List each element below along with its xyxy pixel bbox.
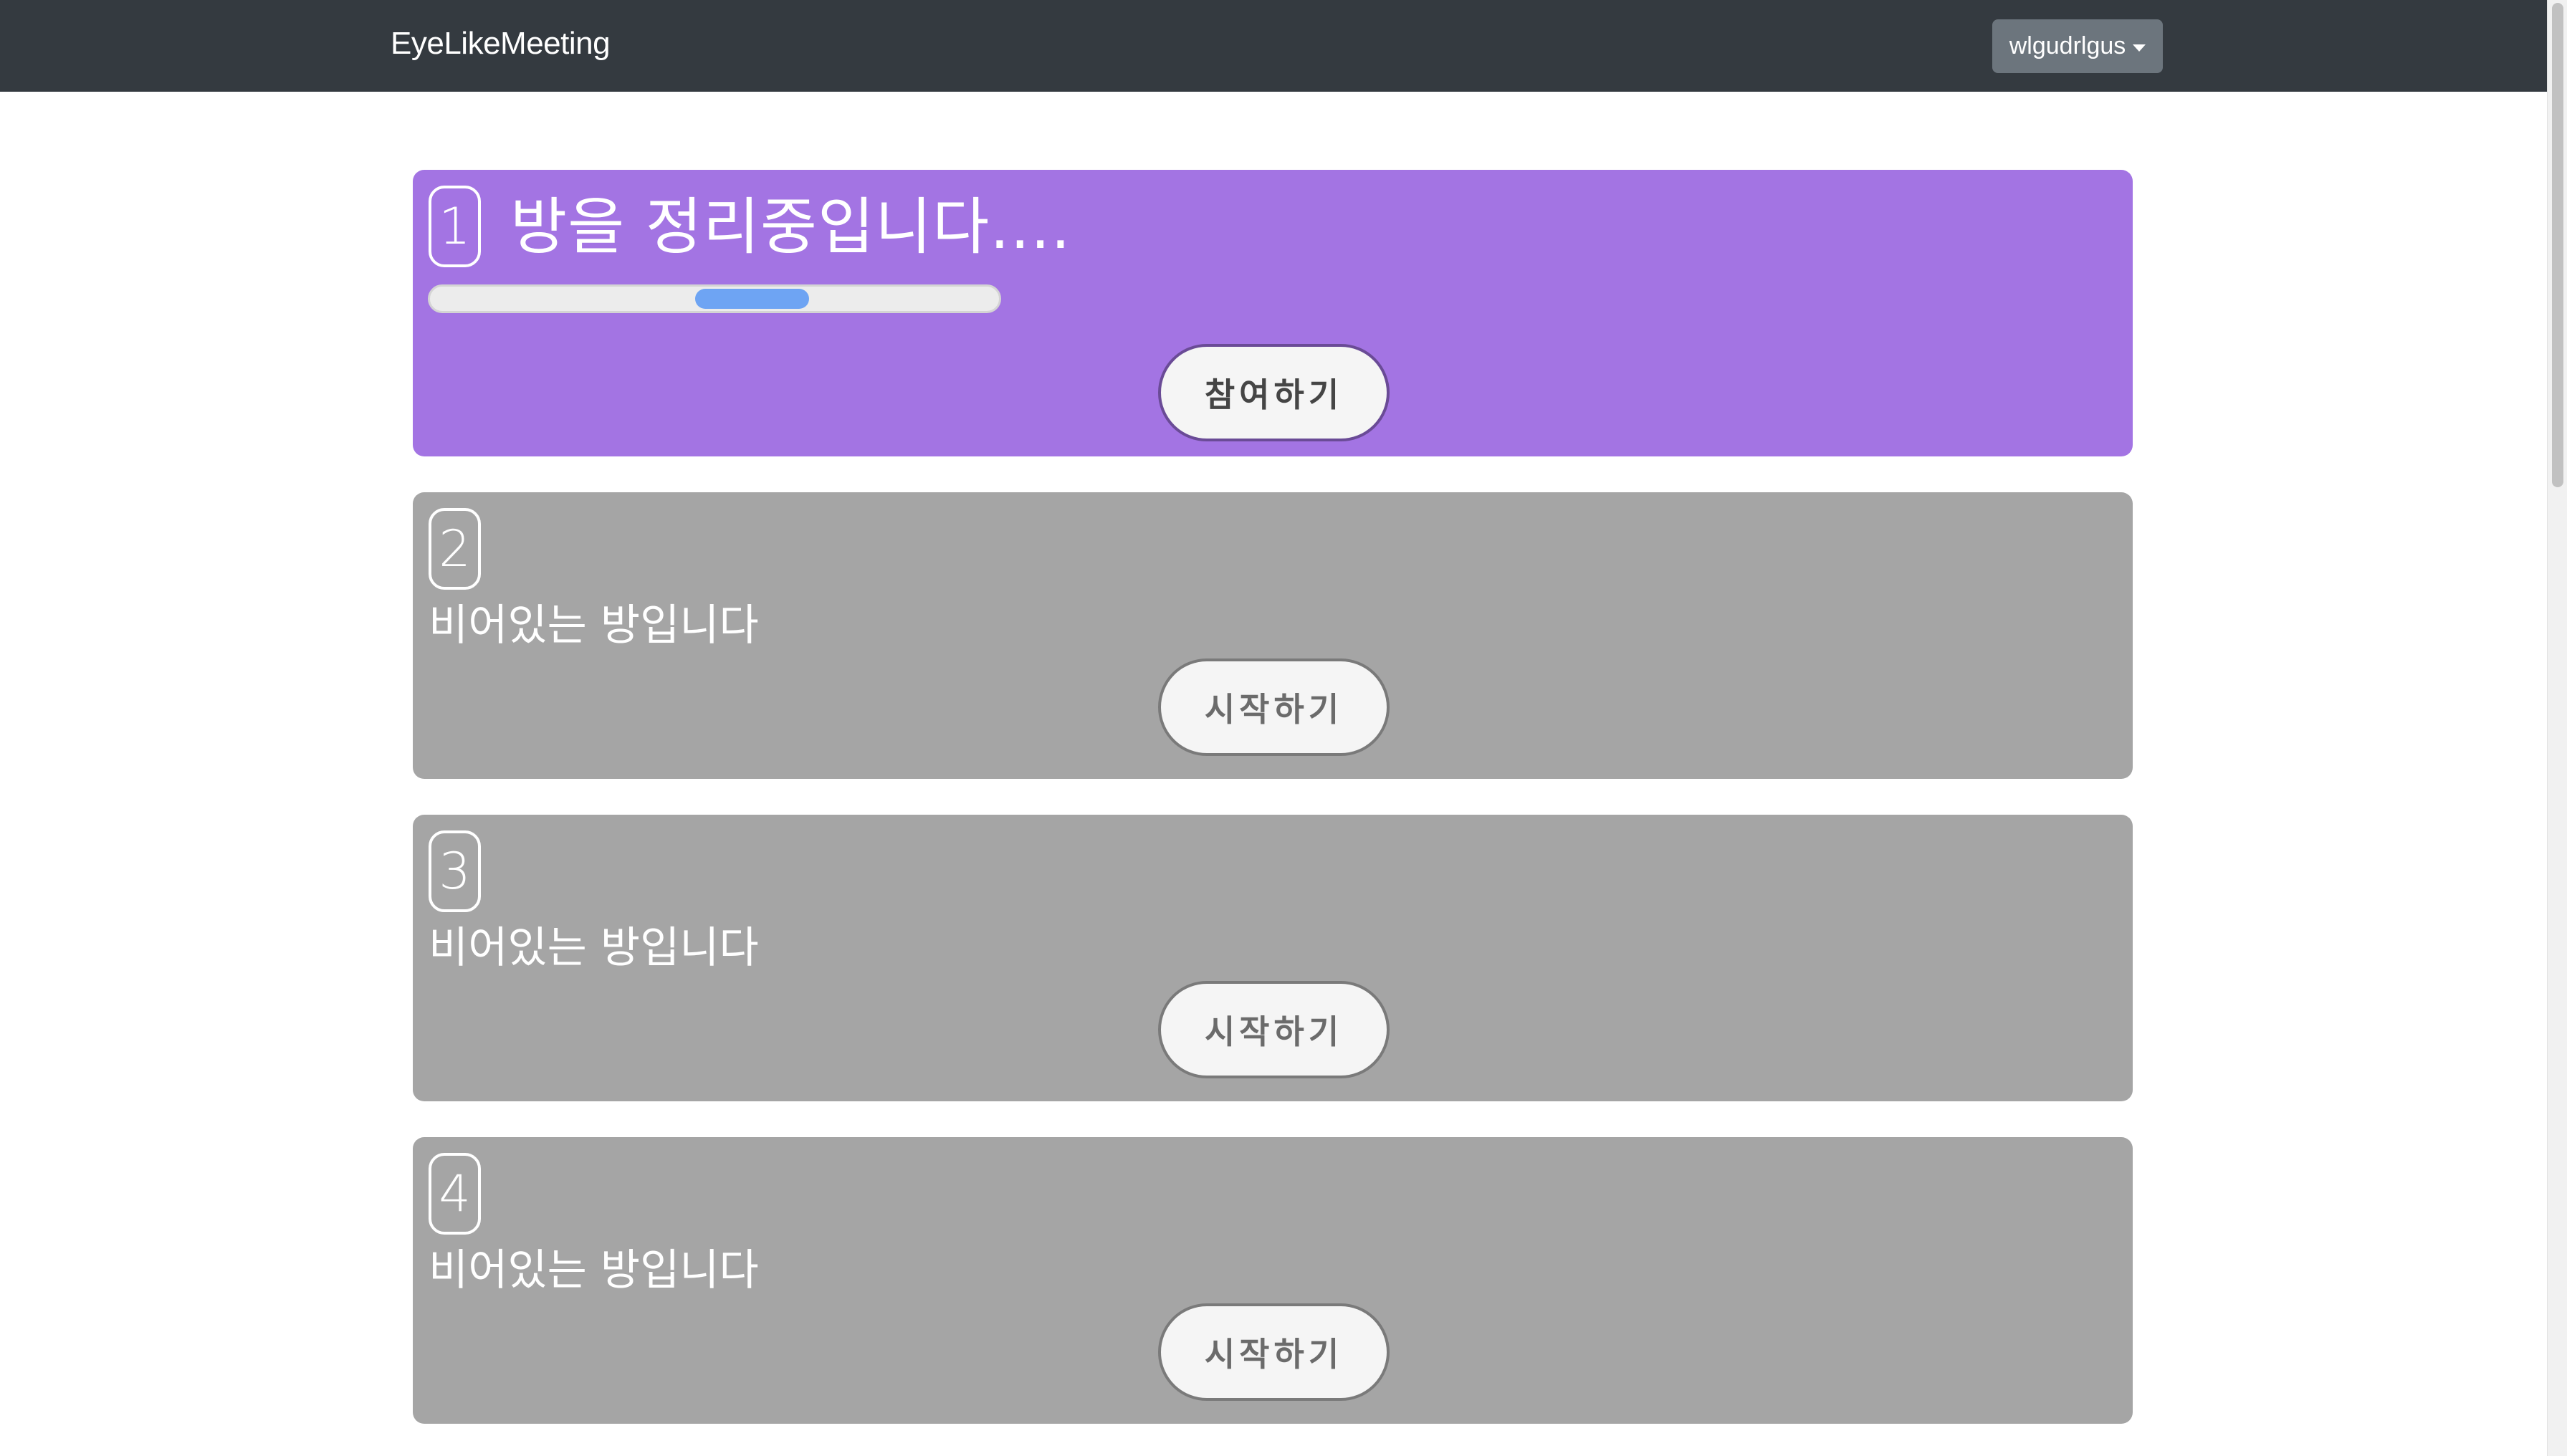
user-name: wlgudrlgus <box>2009 32 2126 59</box>
room-card-4: 4 비어있는 방입니다 시작하기 <box>413 1137 2133 1424</box>
user-dropdown-button[interactable]: wlgudrlgus <box>1992 19 2163 73</box>
start-button[interactable]: 시작하기 <box>1158 981 1390 1078</box>
room-card-1: 1 방을 정리중입니다.... 참여하기 <box>413 170 2133 456</box>
progress-indicator <box>695 289 809 309</box>
vertical-scrollbar[interactable] <box>2547 0 2567 1456</box>
start-button[interactable]: 시작하기 <box>1158 1303 1390 1401</box>
room-card-2: 2 비어있는 방입니다 시작하기 <box>413 492 2133 779</box>
room-number-badge: 4 <box>429 1153 481 1235</box>
start-button[interactable]: 시작하기 <box>1158 658 1390 756</box>
room-title: 방을 정리중입니다.... <box>510 191 1071 263</box>
room-number-badge: 3 <box>429 830 481 912</box>
top-navbar: EyeLikeMeeting wlgudrlgus <box>0 0 2547 92</box>
progress-bar <box>428 284 1001 313</box>
room-card-3: 3 비어있는 방입니다 시작하기 <box>413 815 2133 1101</box>
room-status-text: 비어있는 방입니다 <box>429 600 759 651</box>
room-number-badge: 1 <box>429 186 481 267</box>
room-status-text: 비어있는 방입니다 <box>429 1245 759 1295</box>
caret-down-icon <box>2133 44 2146 52</box>
brand-logo-text[interactable]: EyeLikeMeeting <box>391 26 611 62</box>
join-button[interactable]: 참여하기 <box>1158 344 1390 441</box>
room-number-badge: 2 <box>429 508 481 590</box>
room-status-text: 비어있는 방입니다 <box>429 923 759 973</box>
scrollbar-thumb[interactable] <box>2552 3 2563 487</box>
